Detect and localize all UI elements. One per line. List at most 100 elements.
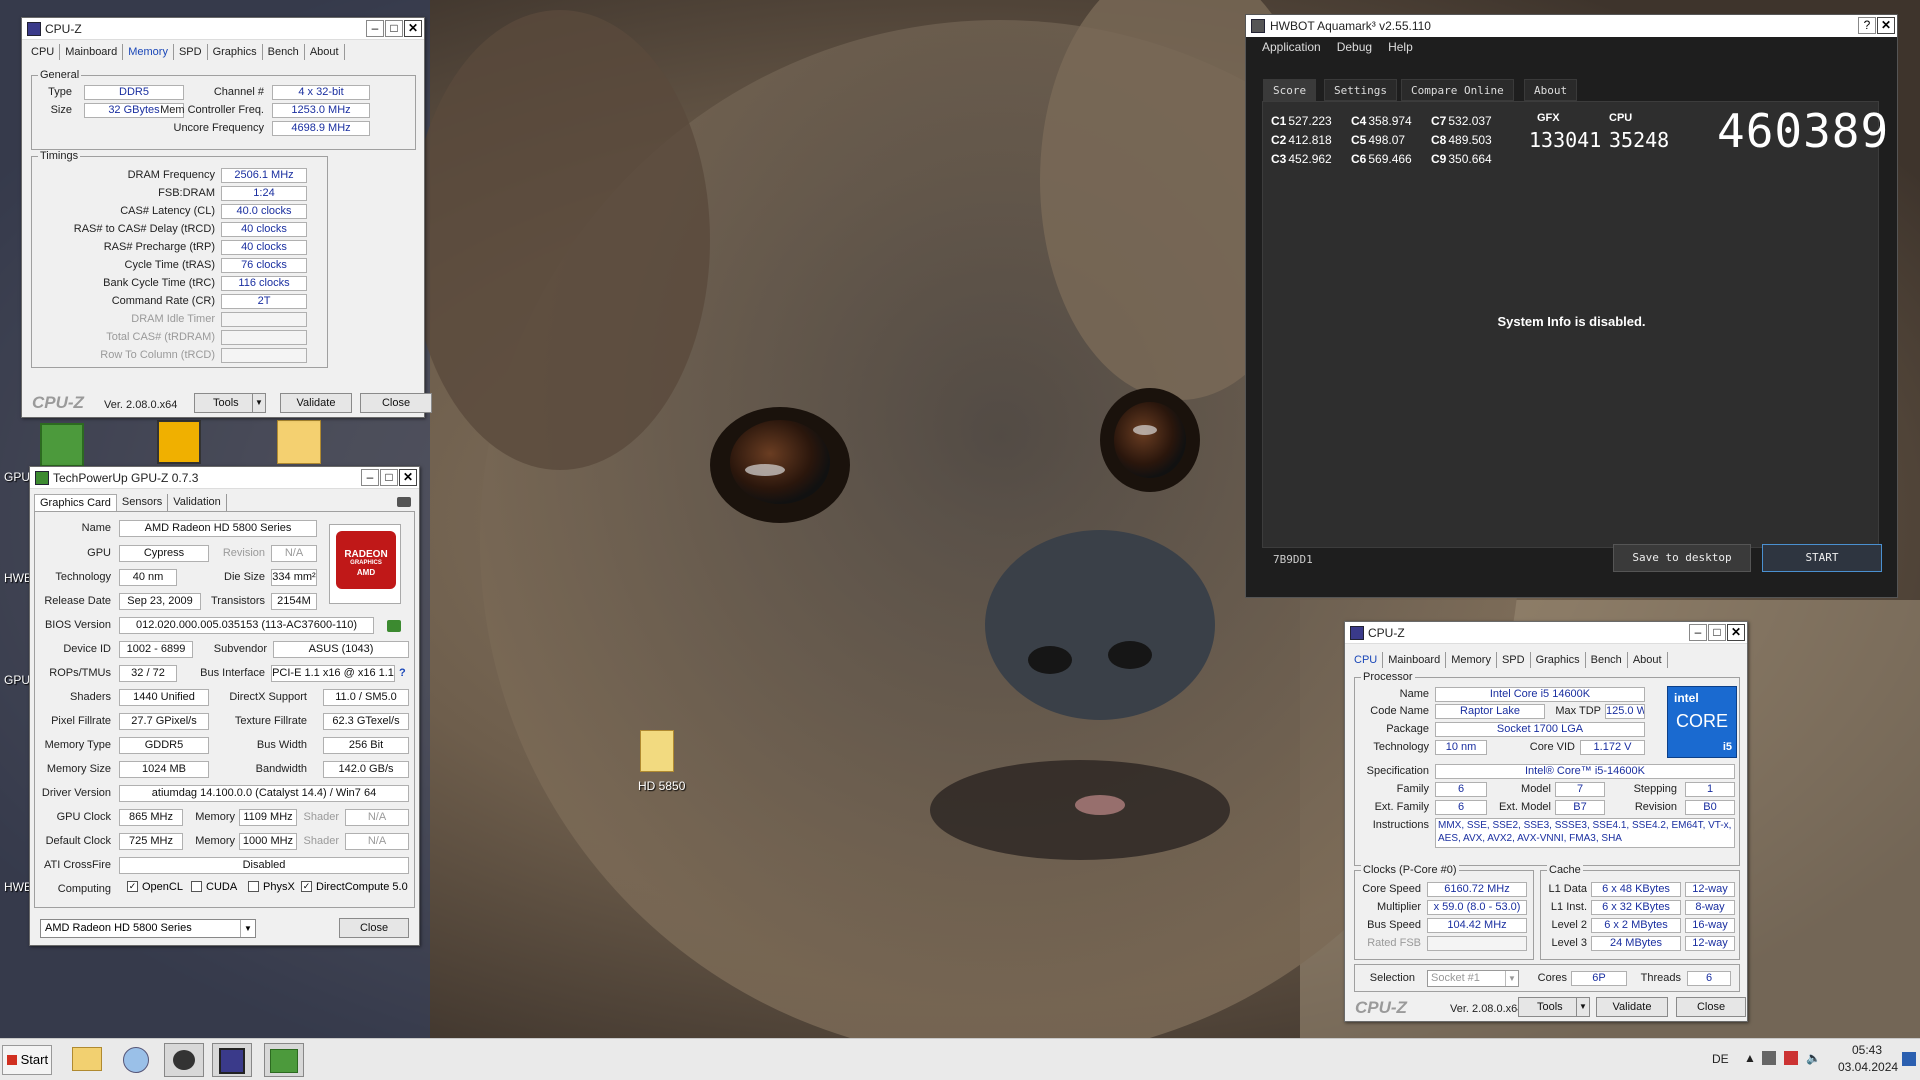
title-bar[interactable]: CPU-Z – □ ✕ [22, 18, 424, 40]
tab-cpu[interactable]: CPU [1349, 652, 1384, 668]
family-label: Family [1396, 783, 1429, 795]
validate-button[interactable]: Validate [280, 393, 352, 413]
tab-memory[interactable]: Memory [123, 44, 174, 60]
security-icon[interactable] [1784, 1051, 1798, 1065]
folder-hd5850-icon[interactable] [640, 730, 674, 772]
tab-bench[interactable]: Bench [1586, 652, 1628, 668]
show-desktop-icon[interactable] [1902, 1052, 1916, 1066]
score-key: C1 [1271, 114, 1287, 128]
clock-date[interactable]: 03.04.2024 [1838, 1060, 1898, 1074]
cache-title: Cache [1547, 864, 1583, 876]
bios-share-icon[interactable] [387, 620, 401, 632]
multiplier-label: Multiplier [1376, 901, 1421, 913]
start-button[interactable]: START [1762, 544, 1882, 572]
explorer-taskbar-icon[interactable] [67, 1043, 107, 1077]
aquamark-desktop-icon[interactable] [157, 420, 201, 464]
close-icon[interactable]: ✕ [1877, 17, 1895, 34]
menu-help[interactable]: Help [1388, 40, 1413, 54]
die-size-label: Die Size [224, 571, 265, 583]
tab-about[interactable]: About [305, 44, 345, 60]
tray-expand-icon[interactable]: ▲ [1744, 1051, 1756, 1065]
bus-help-icon[interactable]: ? [399, 667, 406, 679]
tab-graphics-card[interactable]: Graphics Card [34, 494, 117, 512]
maximize-button[interactable]: □ [380, 469, 398, 486]
version-label: Ver. 2.08.0.x64 [104, 399, 178, 411]
tools-button[interactable]: Tools ▼ [194, 393, 266, 413]
tab-about[interactable]: About [1524, 79, 1578, 101]
folder-desktop-icon[interactable] [277, 420, 321, 464]
title-bar[interactable]: HWBOT Aquamark³ v2.55.110 ? ✕ [1246, 15, 1897, 37]
window-title: TechPowerUp GPU-Z 0.7.3 [53, 470, 199, 485]
validate-button[interactable]: Validate [1596, 997, 1668, 1017]
timing-label: Command Rate (CR) [111, 295, 215, 307]
tools-button[interactable]: Tools ▼ [1518, 997, 1590, 1017]
help-button[interactable]: ? [1858, 17, 1876, 34]
channel-value: 4 x 32-bit [272, 85, 370, 100]
tab-compare-online[interactable]: Compare Online [1401, 79, 1514, 101]
badge-intel: intel [1674, 691, 1699, 705]
max-tdp-label: Max TDP [1555, 705, 1601, 717]
tab-mainboard[interactable]: Mainboard [60, 44, 124, 60]
paint-taskbar-icon[interactable] [116, 1043, 156, 1077]
window-title: CPU-Z [45, 21, 82, 36]
badge-graphics: GRAPHICS [350, 560, 382, 566]
close-button[interactable]: Close [360, 393, 432, 413]
maximize-button[interactable]: □ [1708, 624, 1726, 641]
package-label: Package [1386, 723, 1429, 735]
rated-fsb-label: Rated FSB [1367, 937, 1421, 949]
menu-debug[interactable]: Debug [1337, 40, 1372, 54]
bus-speed-value: 104.42 MHz [1427, 918, 1527, 933]
volume-icon[interactable]: 🔈 [1806, 1051, 1821, 1065]
close-icon[interactable]: ✕ [404, 20, 422, 37]
minimize-button[interactable]: – [361, 469, 379, 486]
tab-graphics[interactable]: Graphics [1531, 652, 1586, 668]
minimize-button[interactable]: – [366, 20, 384, 37]
close-icon[interactable]: ✕ [399, 469, 417, 486]
opencl-checkbox[interactable]: ✓ [127, 881, 138, 892]
gpuz-taskbar-icon[interactable] [264, 1043, 304, 1077]
model-label: Model [1521, 783, 1551, 795]
tab-memory[interactable]: Memory [1446, 652, 1497, 668]
socket-selector[interactable]: Socket #1 ▼ [1427, 970, 1519, 987]
camera-icon[interactable] [397, 497, 411, 507]
aquamark-taskbar-icon[interactable] [164, 1043, 204, 1077]
default-shader-value: N/A [345, 833, 409, 850]
save-to-desktop-button[interactable]: Save to desktop [1613, 544, 1751, 572]
start-button[interactable]: Start [2, 1045, 52, 1075]
card-selector-dropdown[interactable]: AMD Radeon HD 5800 Series ▼ [40, 919, 256, 938]
score-c9: C9 350.664 [1431, 152, 1492, 166]
score-value: 412.818 [1288, 133, 1332, 147]
opencl-label: OpenCL [142, 881, 183, 893]
tab-sensors[interactable]: Sensors [117, 494, 169, 512]
directcompute-checkbox[interactable]: ✓ [301, 881, 312, 892]
cuda-checkbox[interactable] [191, 881, 202, 892]
tab-score[interactable]: Score [1263, 79, 1317, 101]
tab-spd[interactable]: SPD [174, 44, 208, 60]
tab-settings[interactable]: Settings [1324, 79, 1397, 101]
language-indicator[interactable]: DE [1712, 1052, 1729, 1066]
physx-checkbox[interactable] [248, 881, 259, 892]
cpuz-cpu-window: CPU-Z – □ ✕ CPU Mainboard Memory SPD Gra… [1344, 621, 1748, 1022]
tab-graphics[interactable]: Graphics [208, 44, 263, 60]
close-button[interactable]: Close [339, 918, 409, 938]
maximize-button[interactable]: □ [385, 20, 403, 37]
type-label: Type [48, 86, 72, 98]
badge-radeon: RADEON [344, 549, 388, 560]
tab-spd[interactable]: SPD [1497, 652, 1531, 668]
close-button[interactable]: Close [1676, 997, 1746, 1017]
gpuz-desktop-icon[interactable] [40, 423, 84, 467]
tab-cpu[interactable]: CPU [26, 44, 61, 60]
minimize-button[interactable]: – [1689, 624, 1707, 641]
tab-validation[interactable]: Validation [168, 494, 227, 512]
title-bar[interactable]: CPU-Z – □ ✕ [1345, 622, 1747, 644]
tab-about[interactable]: About [1628, 652, 1668, 668]
title-bar[interactable]: TechPowerUp GPU-Z 0.7.3 – □ ✕ [30, 467, 419, 489]
network-icon[interactable] [1762, 1051, 1776, 1065]
cpuz-taskbar-icon[interactable] [212, 1043, 252, 1077]
close-icon[interactable]: ✕ [1727, 624, 1745, 641]
menu-application[interactable]: Application [1262, 40, 1321, 54]
tab-mainboard[interactable]: Mainboard [1383, 652, 1447, 668]
clock-time[interactable]: 05:43 [1852, 1043, 1882, 1057]
tab-bench[interactable]: Bench [263, 44, 305, 60]
die-size-value: 334 mm² [271, 569, 317, 586]
